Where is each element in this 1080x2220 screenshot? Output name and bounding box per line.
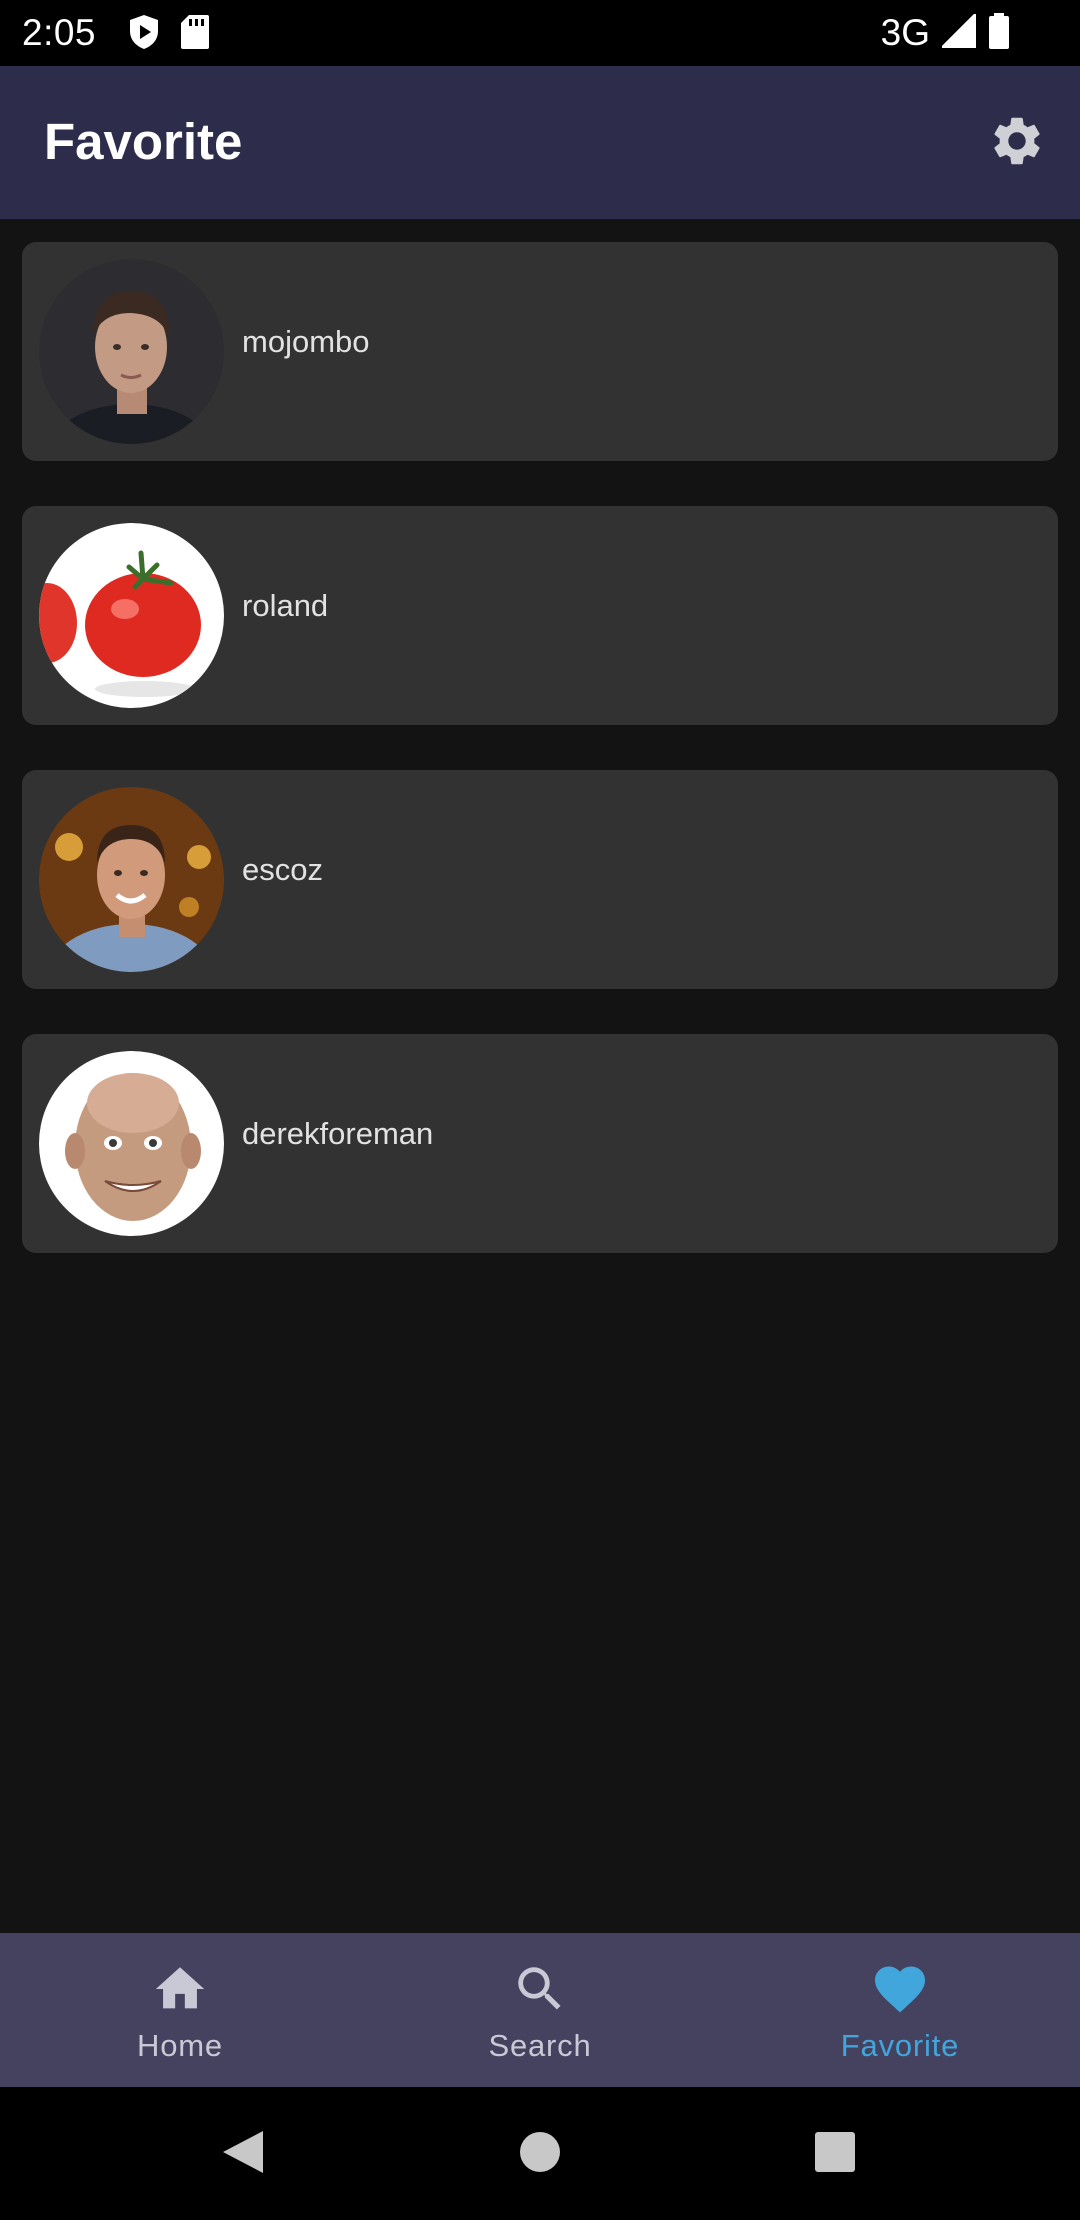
nav-item-search[interactable]: Search xyxy=(360,1933,720,2087)
gear-icon xyxy=(988,112,1046,175)
list-item[interactable]: derekforeman xyxy=(22,1034,1058,1253)
recents-button[interactable] xyxy=(808,2127,862,2181)
home-circle-icon xyxy=(519,2131,561,2178)
list-item[interactable]: mojombo xyxy=(22,242,1058,461)
avatar xyxy=(39,1051,224,1236)
play-protect-icon xyxy=(128,14,160,55)
username: escoz xyxy=(242,852,323,887)
sd-card-icon xyxy=(180,14,210,55)
favorites-list: mojombo roland escoz derekforeman xyxy=(22,242,1058,1298)
status-right: 3G xyxy=(881,10,1010,56)
nav-item-favorite[interactable]: Favorite xyxy=(720,1933,1080,2087)
list-item[interactable]: escoz xyxy=(22,770,1058,989)
username: mojombo xyxy=(242,324,370,359)
nav-label-home: Home xyxy=(137,2028,223,2063)
system-navigation-bar xyxy=(0,2087,1080,2220)
username: derekforeman xyxy=(242,1116,434,1151)
favorites-content: mojombo roland escoz derekforeman xyxy=(0,219,1080,1933)
avatar xyxy=(39,259,224,444)
home-system-button[interactable] xyxy=(513,2127,567,2181)
avatar xyxy=(39,787,224,972)
avatar xyxy=(39,523,224,708)
home-icon xyxy=(150,1959,210,2019)
heart-icon xyxy=(870,1959,930,2019)
nav-item-home[interactable]: Home xyxy=(0,1933,360,2087)
nav-label-search: Search xyxy=(488,2028,592,2063)
battery-icon xyxy=(988,12,1010,54)
status-time: 2:05 xyxy=(22,12,97,53)
settings-button[interactable] xyxy=(984,110,1050,176)
network-type: 3G xyxy=(880,12,930,53)
recents-icon xyxy=(814,2131,856,2178)
page-title: Favorite xyxy=(44,113,243,170)
back-button[interactable] xyxy=(216,2127,270,2181)
search-icon xyxy=(510,1959,570,2019)
bottom-navigation: Home Search Favorite xyxy=(0,1933,1080,2087)
username: roland xyxy=(242,588,329,623)
app-bar: Favorite xyxy=(0,66,1080,219)
status-left-icons xyxy=(128,14,210,55)
signal-icon xyxy=(939,10,977,53)
nav-label-favorite: Favorite xyxy=(840,2028,960,2063)
back-icon xyxy=(221,2129,265,2180)
list-item[interactable]: roland xyxy=(22,506,1058,725)
status-bar: 2:05 3G xyxy=(0,0,1080,66)
